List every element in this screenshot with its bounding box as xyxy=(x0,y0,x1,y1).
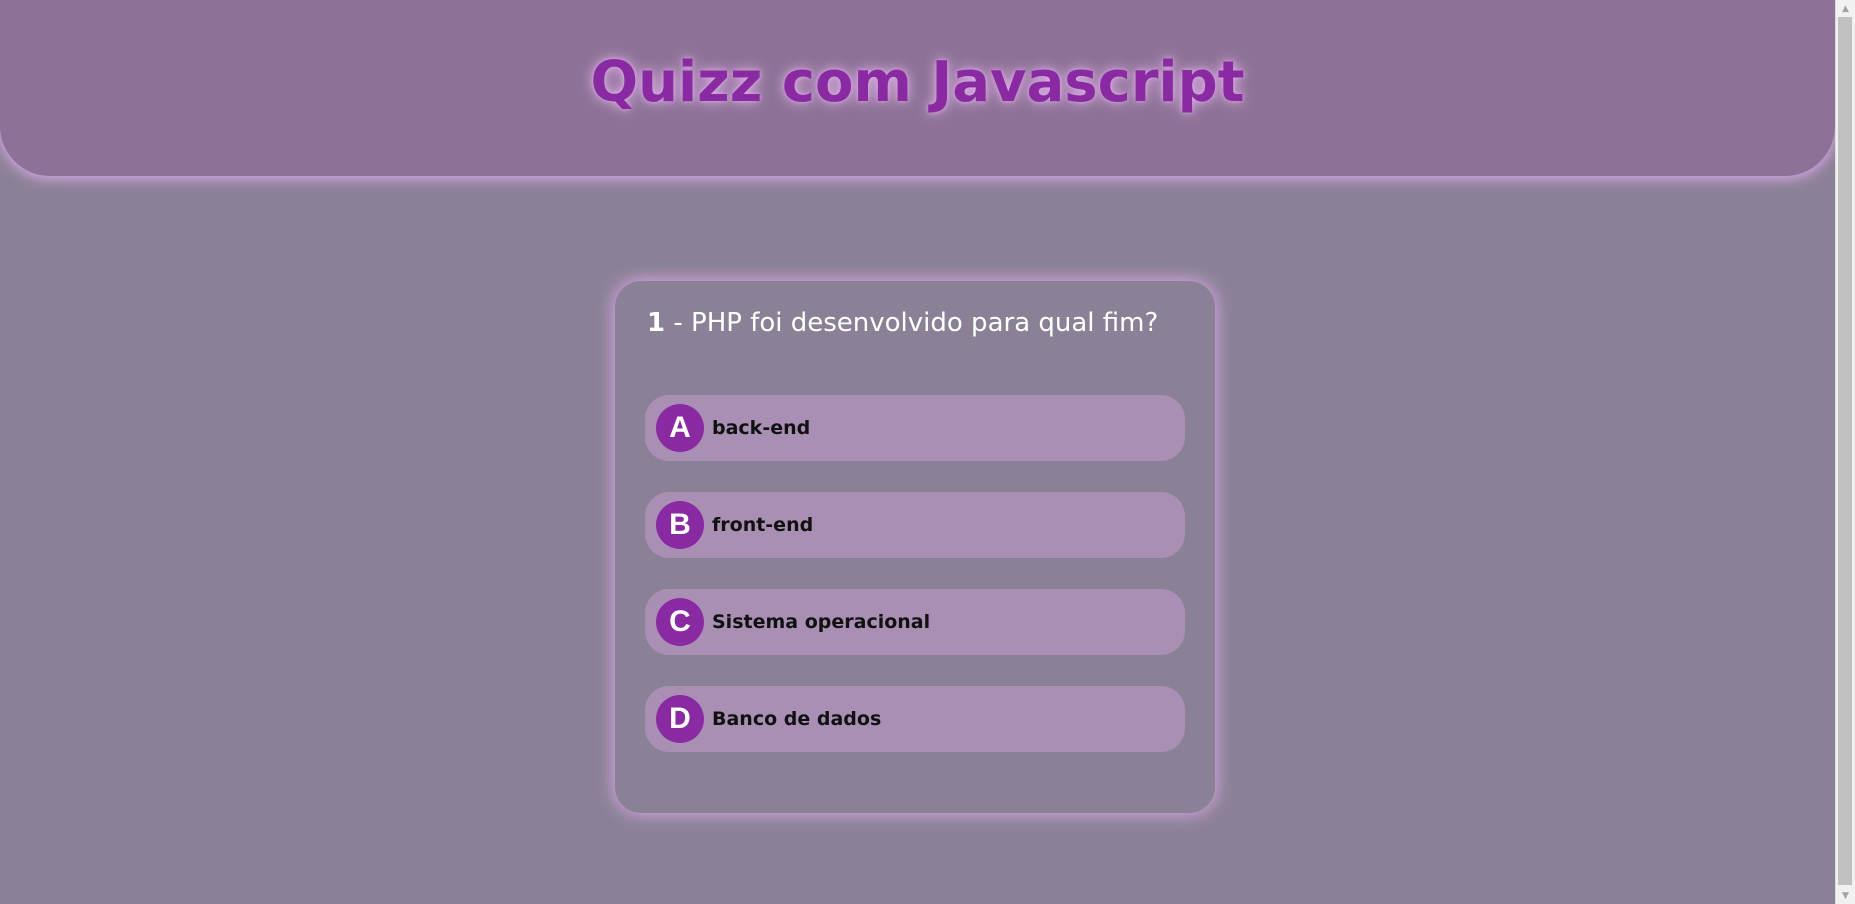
question-number: 1 xyxy=(647,308,666,338)
answer-letter-b: B xyxy=(656,501,704,549)
page-title: Quizz com Javascript xyxy=(590,49,1245,115)
vertical-scrollbar[interactable]: ▲ ▼ xyxy=(1835,0,1855,904)
question-text: 1 - PHP foi desenvolvido para qual fim? xyxy=(647,305,1195,341)
answer-text-c: Sistema operacional xyxy=(712,611,931,633)
chevron-up-icon[interactable]: ▲ xyxy=(1836,0,1855,17)
page-header: Quizz com Javascript xyxy=(0,0,1835,176)
quiz-page: Quizz com Javascript 1 - PHP foi desenvo… xyxy=(0,0,1835,904)
question-label: PHP foi desenvolvido para qual fim? xyxy=(691,308,1159,338)
question-separator: - xyxy=(665,308,692,338)
answer-text-d: Banco de dados xyxy=(712,708,882,730)
answer-button-a[interactable]: A back-end xyxy=(645,395,1185,461)
answer-letter-c: C xyxy=(656,598,704,646)
quiz-container: 1 - PHP foi desenvolvido para qual fim? … xyxy=(615,281,1215,813)
answer-text-a: back-end xyxy=(712,417,811,439)
answer-button-c[interactable]: C Sistema operacional xyxy=(645,589,1185,655)
answer-text-b: front-end xyxy=(712,514,814,536)
answer-button-d[interactable]: D Banco de dados xyxy=(645,686,1185,752)
answer-button-b[interactable]: B front-end xyxy=(645,492,1185,558)
answer-letter-a: A xyxy=(656,404,704,452)
chevron-down-icon[interactable]: ▼ xyxy=(1836,887,1855,904)
scrollbar-thumb[interactable] xyxy=(1838,17,1852,885)
answer-letter-d: D xyxy=(656,695,704,743)
